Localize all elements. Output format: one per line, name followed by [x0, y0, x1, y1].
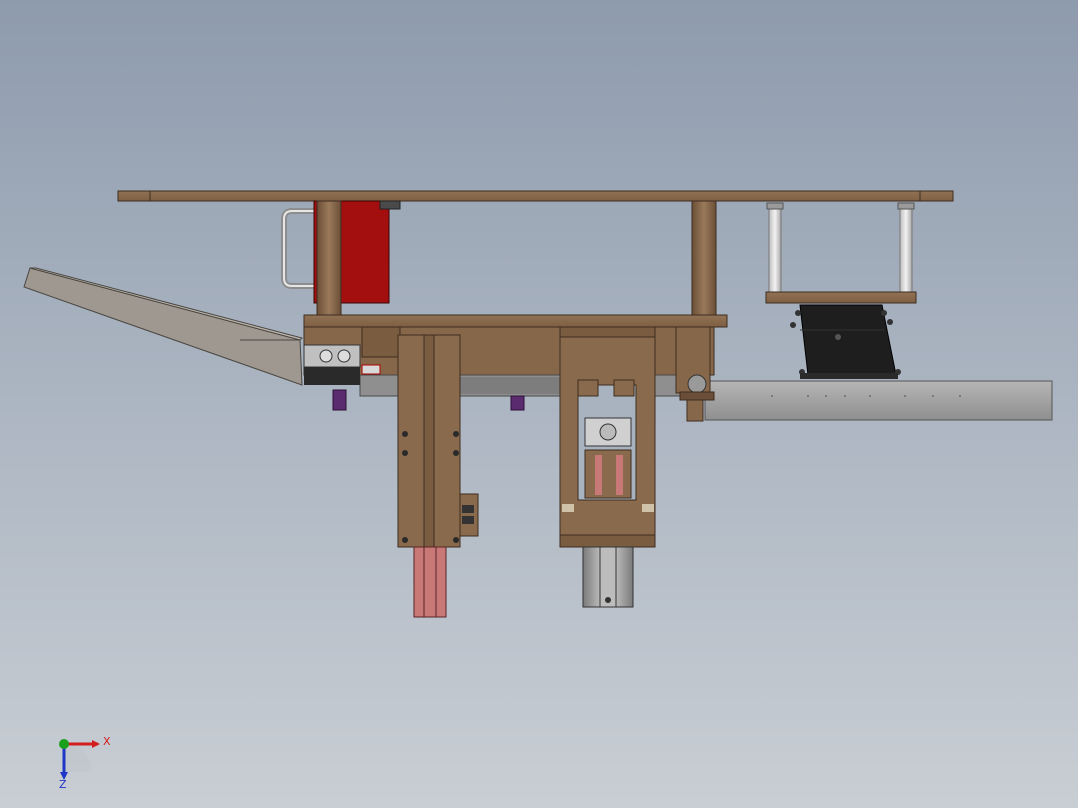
handle[interactable] [281, 208, 316, 289]
middle-plate[interactable] [303, 314, 728, 328]
purple-part-left[interactable] [332, 389, 347, 411]
graphics-viewport[interactable]: X Z [0, 0, 1078, 808]
post-left[interactable] [316, 200, 342, 316]
post-middle[interactable] [691, 200, 717, 316]
top-plate[interactable] [117, 190, 954, 202]
purple-part-middle[interactable] [510, 395, 525, 411]
conveyor-plate[interactable] [704, 380, 1053, 421]
y-axis-dot [59, 739, 69, 749]
coordinate-triad: X Z [59, 735, 111, 790]
pink-rod[interactable] [413, 546, 447, 618]
x-axis-label: X [103, 735, 111, 748]
z-axis-label: Z [59, 778, 67, 790]
right-plate[interactable] [765, 291, 917, 304]
cad-model-view[interactable] [0, 0, 1078, 808]
guide-rods[interactable] [766, 202, 915, 293]
gripper-frame[interactable] [559, 336, 656, 548]
chute[interactable] [23, 267, 303, 386]
black-block[interactable] [790, 304, 901, 379]
linear-rail[interactable] [582, 546, 634, 608]
